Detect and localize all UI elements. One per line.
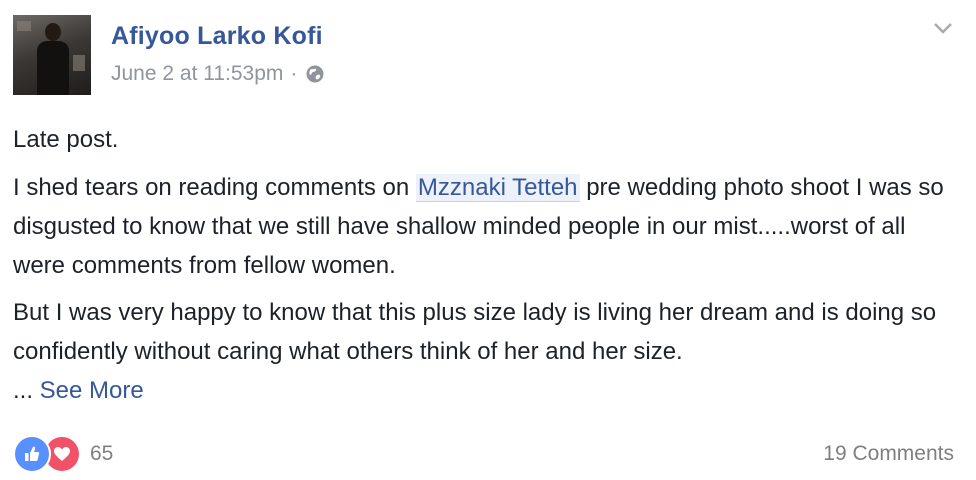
avatar-background-sign	[73, 55, 85, 71]
author-name[interactable]: Afiyoo Larko Kofi	[111, 22, 323, 51]
avatar-head	[45, 23, 61, 41]
see-more-link[interactable]: See More	[40, 377, 144, 404]
like-icon	[13, 435, 51, 473]
avatar-body	[37, 41, 69, 95]
avatar[interactable]	[13, 15, 91, 95]
reaction-count: 65	[90, 442, 114, 465]
post-paragraph: I shed tears on reading comments on Mzzn…	[13, 168, 963, 285]
avatar-person	[37, 23, 69, 95]
meta-separator: ·	[290, 62, 298, 85]
post-text: I shed tears on reading comments on	[13, 174, 416, 201]
comments-count-link[interactable]: 19 Comments	[823, 442, 954, 466]
post-content: Late post. I shed tears on reading comme…	[13, 120, 963, 410]
post-timestamp[interactable]: June 2 at 11:53pm	[111, 62, 283, 86]
avatar-background-sign	[17, 21, 31, 31]
globe-icon[interactable]	[305, 64, 325, 84]
mention-link[interactable]: Mzznaki Tetteh	[415, 174, 580, 202]
post-paragraph: But I was very happy to know that this p…	[13, 293, 963, 410]
reactions-summary[interactable]: 65	[13, 435, 113, 473]
post-paragraph: Late post.	[13, 126, 119, 153]
ellipsis: ...	[13, 377, 40, 404]
post-meta: June 2 at 11:53pm ·	[111, 62, 325, 86]
post-text: But I was very happy to know that this p…	[13, 299, 937, 365]
chevron-down-icon[interactable]	[932, 20, 954, 36]
post-footer: 65 19 Comments	[13, 435, 954, 473]
